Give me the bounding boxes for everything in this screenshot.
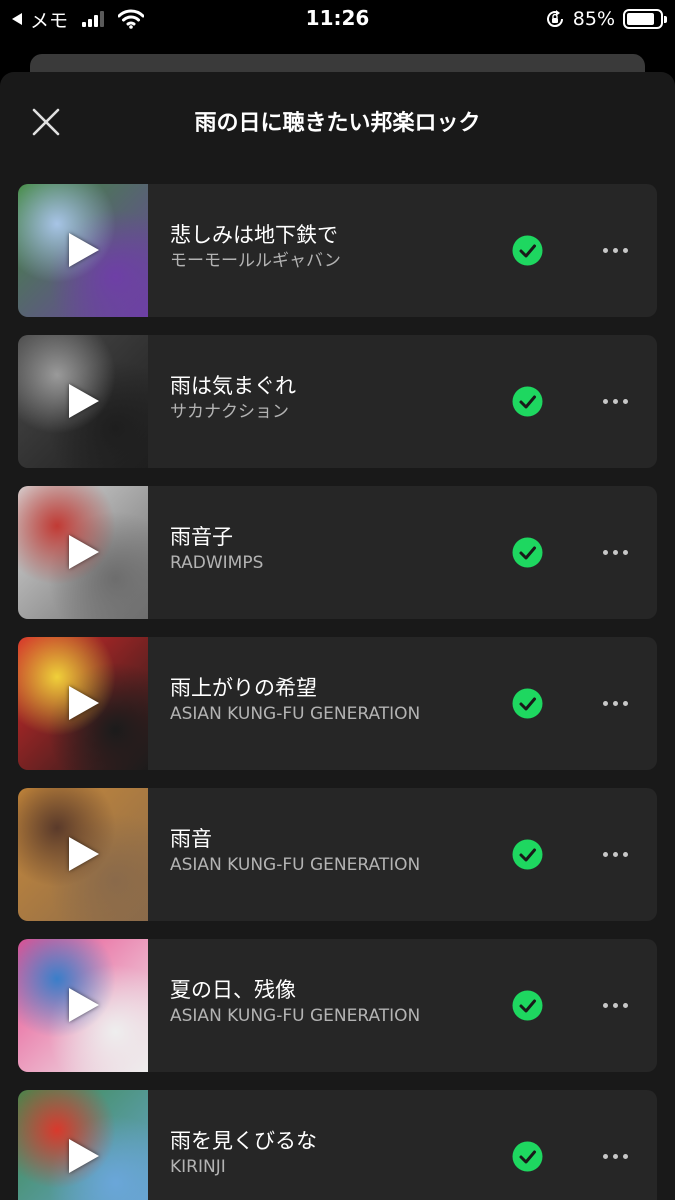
orientation-lock-icon (546, 10, 563, 28)
status-right: 85% (545, 7, 667, 31)
track-artist: KIRINJI (170, 1157, 226, 1177)
album-cover (18, 184, 148, 317)
track-title: 雨音子 (170, 525, 233, 549)
track-row[interactable]: 悲しみは地下鉄でモーモールルギャバン (18, 184, 657, 317)
more-options-button[interactable] (595, 1145, 635, 1167)
check-circle-icon[interactable] (512, 839, 543, 870)
play-icon[interactable] (69, 535, 99, 569)
track-artist: モーモールルギャバン (170, 251, 341, 271)
check-circle-icon[interactable] (512, 688, 543, 719)
track-info: 雨上がりの希望 ASIAN KUNG-FU GENERATION (170, 674, 420, 726)
track-artist: サカナクション (170, 402, 289, 422)
play-icon[interactable] (69, 686, 99, 720)
check-circle-icon[interactable] (512, 1141, 543, 1172)
track-info: 悲しみは地下鉄でモーモールルギャバン (170, 221, 341, 273)
play-icon[interactable] (69, 384, 99, 418)
track-title: 悲しみは地下鉄で (170, 223, 338, 247)
album-cover (18, 486, 148, 619)
more-options-button[interactable] (595, 390, 635, 412)
track-artist: RADWIMPS (170, 553, 264, 573)
status-bar: メモ 11:26 85% (0, 0, 675, 38)
more-options-button[interactable] (595, 692, 635, 714)
track-info: 雨を見くびるな KIRINJI (170, 1127, 317, 1179)
track-title: 雨上がりの希望 (170, 676, 317, 700)
track-title: 夏の日、残像 (170, 978, 296, 1002)
check-circle-icon[interactable] (512, 537, 543, 568)
play-icon[interactable] (69, 988, 99, 1022)
track-info: 雨音 ASIAN KUNG-FU GENERATION (170, 825, 420, 877)
play-icon[interactable] (69, 837, 99, 871)
track-row[interactable]: 雨音子 RADWIMPS (18, 486, 657, 619)
album-cover (18, 1090, 148, 1200)
album-cover (18, 939, 148, 1072)
album-cover (18, 788, 148, 921)
check-circle-icon[interactable] (512, 990, 543, 1021)
track-title: 雨は気まぐれ (170, 374, 296, 398)
check-circle-icon[interactable] (512, 386, 543, 417)
track-title: 雨を見くびるな (170, 1129, 317, 1153)
track-info: 雨は気まぐれサカナクション (170, 372, 296, 424)
track-artist: ASIAN KUNG-FU GENERATION (170, 704, 421, 724)
album-cover (18, 637, 148, 770)
track-artist: ASIAN KUNG-FU GENERATION (170, 1006, 421, 1026)
track-list: 悲しみは地下鉄でモーモールルギャバン雨は気まぐれサカナクション雨音子 RADWIM… (18, 184, 657, 1200)
more-options-button[interactable] (595, 843, 635, 865)
track-row[interactable]: 雨は気まぐれサカナクション (18, 335, 657, 468)
battery-percentage: 85% (572, 8, 615, 30)
play-icon[interactable] (69, 1139, 99, 1173)
track-row[interactable]: 夏の日、残像 ASIAN KUNG-FU GENERATION (18, 939, 657, 1072)
battery-icon (623, 9, 667, 29)
track-info: 雨音子 RADWIMPS (170, 523, 263, 575)
more-options-button[interactable] (595, 994, 635, 1016)
track-info: 夏の日、残像 ASIAN KUNG-FU GENERATION (170, 976, 420, 1028)
more-options-button[interactable] (595, 239, 635, 261)
track-row[interactable]: 雨音 ASIAN KUNG-FU GENERATION (18, 788, 657, 921)
track-artist: ASIAN KUNG-FU GENERATION (170, 855, 421, 875)
playlist-sheet: 雨の日に聴きたい邦楽ロック 悲しみは地下鉄でモーモールルギャバン雨は気まぐれサカ… (0, 72, 675, 1200)
track-row[interactable]: 雨を見くびるな KIRINJI (18, 1090, 657, 1200)
battery-level (627, 13, 655, 25)
sheet-header: 雨の日に聴きたい邦楽ロック (0, 72, 675, 184)
playlist-title: 雨の日に聴きたい邦楽ロック (194, 111, 481, 136)
track-title: 雨音 (170, 827, 212, 851)
track-row[interactable]: 雨上がりの希望 ASIAN KUNG-FU GENERATION (18, 637, 657, 770)
play-icon[interactable] (69, 233, 99, 267)
more-options-button[interactable] (595, 541, 635, 563)
check-circle-icon[interactable] (512, 235, 543, 266)
album-cover (18, 335, 148, 468)
